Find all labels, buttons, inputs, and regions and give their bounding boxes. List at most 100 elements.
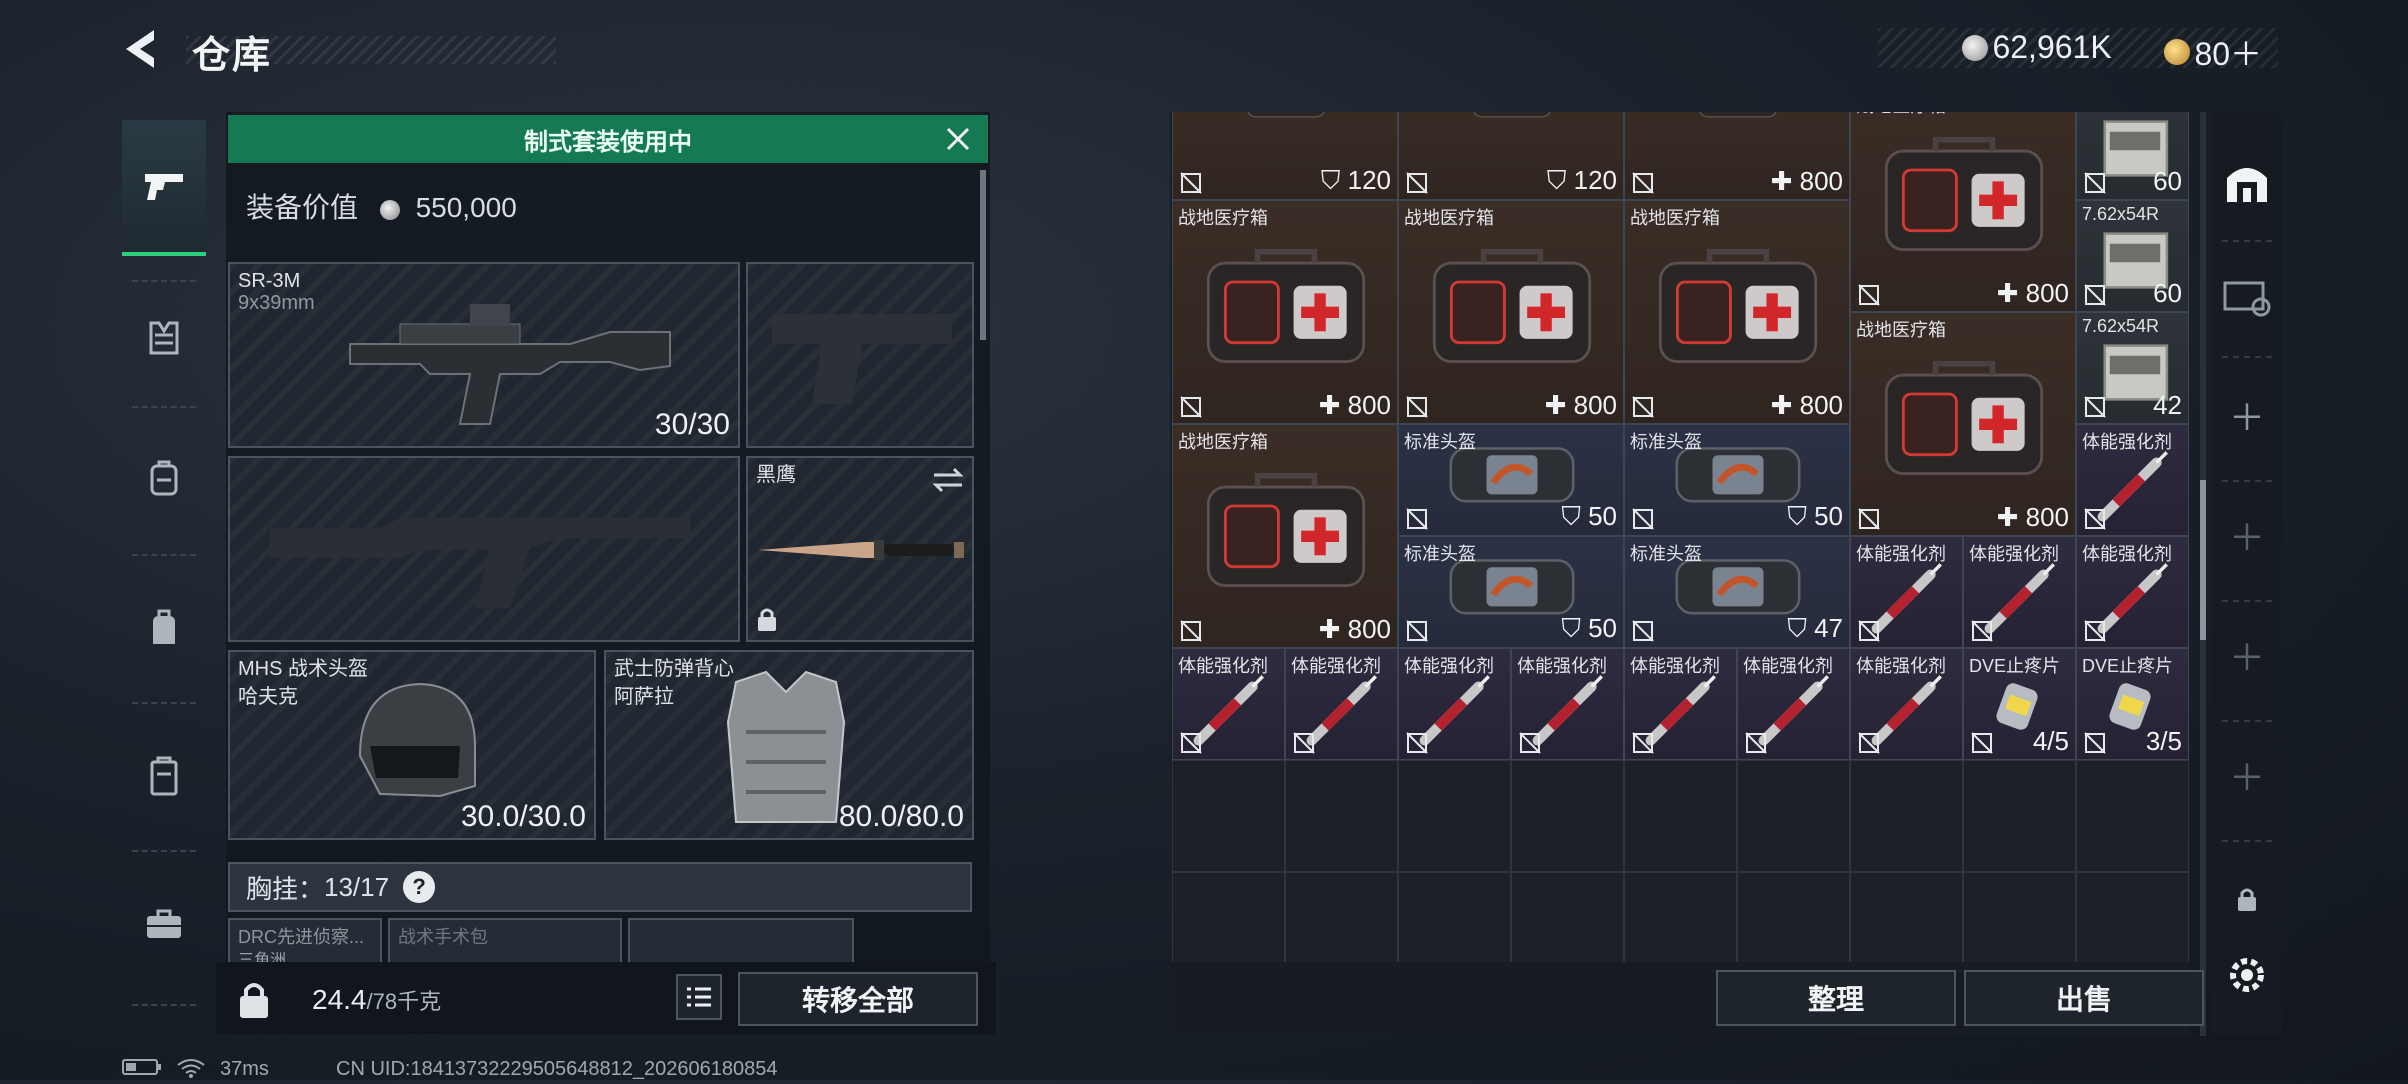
stash-item[interactable]: DVE止疼片 4/5 [1963,648,2076,760]
stash-add-page-4[interactable]: ＋ [2212,740,2282,810]
loadout-scrollbar[interactable] [980,170,986,340]
stash-item[interactable]: 战地医疗箱 ✚ 800 [1624,200,1850,424]
stash-item[interactable]: DVE止疼片 3/5 [2076,648,2189,760]
stash-item[interactable]: 体能强化剂 [2076,536,2189,648]
close-icon[interactable] [940,121,976,157]
stash-item[interactable]: 体能强化剂 [1737,648,1850,760]
no-insurance-icon [1858,508,1880,530]
stash-empty-cell[interactable] [1511,872,1624,962]
stash-item[interactable]: ⛉ 120 [1172,112,1398,200]
stash-empty-cell[interactable] [1963,872,2076,962]
stash-lock-tab[interactable] [2212,876,2282,922]
stash-item-name: 标准头盔 [1630,432,1702,452]
rig-empty-slot[interactable] [628,918,854,966]
rig-item-drc[interactable]: DRC先进侦察... 三角洲 [228,918,382,966]
stash-item-name: 战地医疗箱 [1178,208,1268,228]
weight-lock-icon [240,983,268,1018]
stash-item[interactable]: 体能强化剂 [1624,648,1737,760]
armor-slot[interactable]: 武士防弹背心 阿萨拉 80.0/80.0 [604,650,974,840]
stash-item[interactable]: 战地医疗箱 ✚ 800 [1172,200,1398,424]
gold-currency[interactable]: 80＋ [2164,29,2262,75]
tab-backpack-small[interactable] [122,418,206,538]
stash-empty-cell[interactable] [2076,760,2189,872]
carry-weight-value: 24.4 [312,984,367,1015]
stash-empty-cell[interactable] [1624,872,1737,962]
tab-bag[interactable] [122,568,206,688]
stash-item[interactable]: 标准头盔 ⛉ 50 [1398,536,1624,648]
tab-vest[interactable] [122,278,206,398]
stash-add-page-2[interactable]: ＋ [2212,500,2282,570]
stash-item[interactable]: 7.62x54R 60 [2076,112,2189,200]
stash-empty-cell[interactable] [1737,872,1850,962]
tab-weapons[interactable] [122,120,206,256]
primary-weapon-slot[interactable]: SR-3M 9x39mm 30/30 [228,262,740,448]
stash-empty-cell[interactable] [1172,872,1285,962]
stash-empty-cell[interactable] [1511,760,1624,872]
stash-item[interactable]: 战地医疗箱 ✚ 800 [1398,200,1624,424]
stash-empty-cell[interactable] [1398,872,1511,962]
stash-item[interactable]: 体能强化剂 [1172,648,1285,760]
back-arrow-icon[interactable] [118,26,168,72]
list-icon [687,987,711,1007]
lock-icon [758,608,776,631]
stash-empty-cell[interactable] [1285,872,1398,962]
stash-item[interactable]: 战地医疗箱 ✚ 800 [1850,112,2076,312]
stash-item[interactable]: 体能强化剂 [1398,648,1511,760]
stash-item[interactable]: 体能强化剂 [1850,648,1963,760]
pistol-slot[interactable] [746,262,974,448]
stash-add-page-3[interactable]: ＋ [2212,620,2282,690]
help-icon[interactable]: ? [403,871,436,903]
stash-filter-tab[interactable] [2212,256,2282,336]
sort-button[interactable]: 整理 [1716,970,1956,1026]
melee-slot[interactable]: 黑鹰 [746,456,974,642]
stash-add-page-1[interactable]: ＋ [2212,380,2282,450]
stash-item-value: ✚ 800 [1996,502,2069,532]
stash-item[interactable]: 7.62x54R 60 [2076,200,2189,312]
stash-item[interactable]: 体能强化剂 [1285,648,1398,760]
stash-item-value: 4/5 [2032,726,2069,756]
stash-item[interactable]: 体能强化剂 [1511,648,1624,760]
stash-empty-cell[interactable] [1850,872,1963,962]
stash-item[interactable]: 体能强化剂 [1850,536,1963,648]
list-view-button[interactable] [676,974,722,1020]
stash-item[interactable]: ✚ 800 [1624,112,1850,200]
stash-empty-cell[interactable] [1850,760,1963,872]
stash-item[interactable]: 体能强化剂 [2076,424,2189,536]
stash-item-value: ⛉ 50 [1561,613,1617,643]
tab-toolbox[interactable] [122,864,206,984]
stash-empty-cell[interactable] [1285,760,1398,872]
stash-item[interactable]: 体能强化剂 [1963,536,2076,648]
settings-button[interactable] [2212,946,2282,1004]
stash-home-tab[interactable] [2212,140,2282,222]
stash-item[interactable]: 7.62x54R 42 [2076,312,2189,424]
stash-empty-cell[interactable] [1963,760,2076,872]
stash-empty-cell[interactable] [1398,760,1511,872]
stash-empty-cell[interactable] [1737,760,1850,872]
no-insurance-icon [1632,732,1654,754]
stash-item[interactable]: 标准头盔 ⛉ 50 [1624,424,1850,536]
stash-item[interactable]: 战地医疗箱 ✚ 800 [1850,312,2076,536]
stash-item[interactable]: 标准头盔 ⛉ 50 [1398,424,1624,536]
stash-item[interactable]: ⛉ 120 [1398,112,1624,200]
sell-button[interactable]: 出售 [1964,970,2204,1026]
vest-icon [149,321,179,355]
no-insurance-icon [1519,732,1541,754]
transfer-all-button[interactable]: 转移全部 [738,972,978,1026]
uid-text: CN UID:18413732229505648812_202606180854 [336,1058,778,1080]
stash-empty-cell[interactable] [2076,872,2189,962]
tab-case[interactable] [122,716,206,836]
no-insurance-icon [1745,732,1767,754]
secondary-weapon-slot[interactable] [228,456,740,642]
stash-item-name: 体能强化剂 [2082,432,2172,452]
no-insurance-icon [1406,172,1428,194]
stash-empty-cell[interactable] [1624,760,1737,872]
stash-scrollbar-thumb[interactable] [2200,480,2206,640]
stash-item[interactable]: 标准头盔 ⛉ 47 [1624,536,1850,648]
stash-empty-cell[interactable] [1172,760,1285,872]
chest-rig-row[interactable]: 胸挂： 13/17 ? [228,862,972,912]
filter-gear-icon [2223,281,2271,317]
helmet-slot[interactable]: MHS 战术头盔 哈夫克 30.0/30.0 [228,650,596,840]
stash-item[interactable]: 战地医疗箱 ✚ 800 [1172,424,1398,648]
rig-item-surgery-kit[interactable]: 战术手术包 [388,918,622,966]
swap-icon[interactable] [932,466,964,494]
